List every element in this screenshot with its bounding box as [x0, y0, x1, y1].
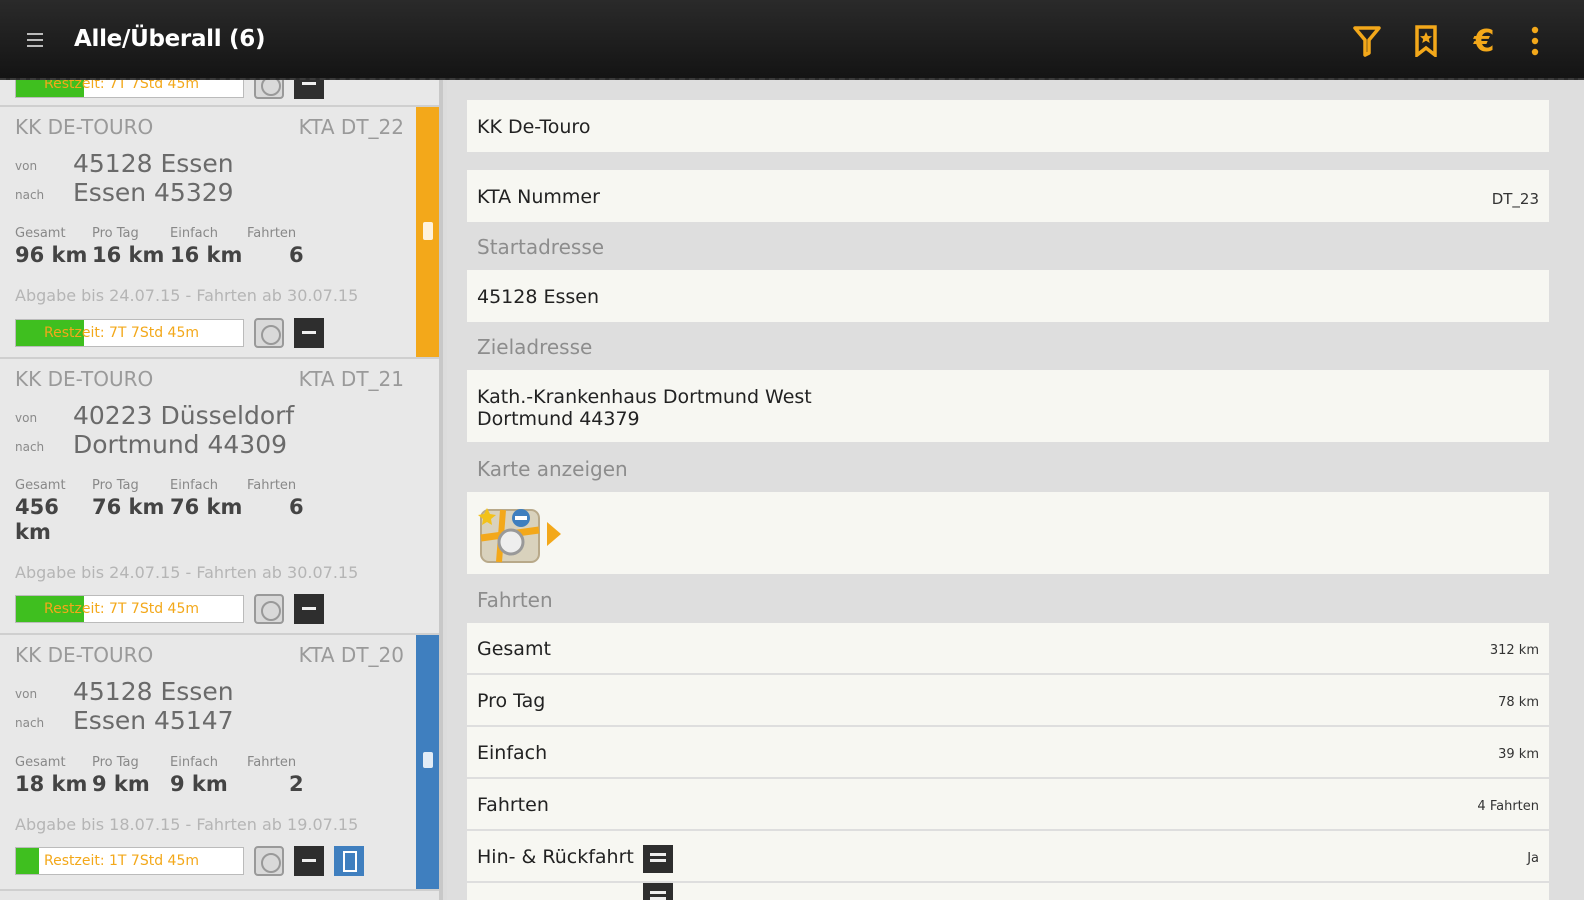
map-icon[interactable] [477, 502, 543, 566]
collapse-button[interactable] [294, 846, 324, 876]
stat-label-total: Gesamt [15, 755, 66, 770]
stat-single: 16 km [170, 243, 243, 267]
list-item[interactable]: KK DE-TOURO KTA DT_20 von 45128 Essen na… [0, 635, 439, 891]
from-address: 45128 Essen [73, 149, 234, 178]
kta-code: KTA DT_20 [298, 643, 404, 667]
list-item[interactable]: KK DE-TOURO KTA DT_22 von 45128 Essen na… [0, 107, 439, 359]
section-map: Karte anzeigen [477, 457, 628, 481]
from-address: 45128 Essen [73, 677, 234, 706]
from-address: 40223 Düsseldorf [73, 401, 295, 430]
trip-row-per-day: Pro Tag 78 km [467, 675, 1549, 725]
trip-row-partial [467, 883, 1549, 900]
destination-field: Kath.-Krankenhaus Dortmund West Dortmund… [467, 370, 1549, 442]
timer-button[interactable] [254, 594, 284, 624]
remaining-time-bar: Restzeit: 7T 7Std 45m [15, 595, 244, 623]
stat-single: 9 km [170, 772, 228, 796]
client-field: KK De-Touro [467, 100, 1549, 152]
collapse-button[interactable] [294, 318, 324, 348]
client-name: KK DE-TOURO [15, 115, 154, 139]
timer-button[interactable] [254, 80, 284, 99]
euro-icon[interactable]: € [1467, 22, 1501, 60]
stat-label-single: Einfach [170, 226, 218, 241]
stat-label-trips: Fahrten [247, 755, 297, 770]
stat-label-single: Einfach [170, 478, 218, 493]
app-title: Alle/Überall (6) [74, 26, 266, 52]
list-item[interactable]: Restzeit: 7T 7Std 45m [0, 80, 439, 107]
collapse-button[interactable] [294, 594, 324, 624]
from-label: von [15, 411, 38, 425]
stat-label-single: Einfach [170, 755, 218, 770]
stat-total: 456 km [15, 495, 59, 544]
to-label: nach [15, 440, 45, 454]
section-destination: Zieladresse [477, 335, 593, 359]
stat-label-per-day: Pro Tag [92, 755, 139, 770]
deadline-text: Abgabe bis 18.07.15 - Fahrten ab 19.07.1… [15, 815, 359, 834]
stat-trips: 6 [289, 243, 304, 267]
to-label: nach [15, 188, 45, 202]
to-label: nach [15, 716, 45, 730]
trip-row-round-trip: Hin- & Rückfahrt Ja [467, 831, 1549, 881]
kta-code: KTA DT_21 [298, 367, 404, 391]
to-address: Essen 45329 [73, 178, 234, 207]
to-address: Dortmund 44309 [73, 430, 288, 459]
app-bar: Alle/Überall (6) € [0, 0, 1584, 80]
remaining-time-bar: Restzeit: 7T 7Std 45m [15, 319, 244, 347]
menu-icon[interactable] [27, 33, 43, 49]
stat-label-per-day: Pro Tag [92, 478, 139, 493]
trip-row-trips: Fahrten 4 Fahrten [467, 779, 1549, 829]
kta-value: DT_23 [1491, 190, 1539, 208]
partial-toggle[interactable] [643, 883, 673, 900]
from-label: von [15, 687, 38, 701]
stat-single: 76 km [170, 495, 243, 519]
collapse-button[interactable] [294, 80, 324, 99]
kta-code: KTA DT_22 [298, 115, 404, 139]
stat-per-day: 9 km [92, 772, 150, 796]
stat-total: 96 km [15, 243, 88, 267]
section-trips: Fahrten [477, 588, 553, 612]
stat-label-per-day: Pro Tag [92, 226, 139, 241]
remaining-time-bar: Restzeit: 1T 7Std 45m [15, 847, 244, 875]
detail-pane: KK De-Touro KTA Nummer DT_23 Startadress… [447, 80, 1584, 900]
remaining-time-bar: Restzeit: 7T 7Std 45m [15, 80, 244, 98]
timer-button[interactable] [254, 318, 284, 348]
stat-trips: 6 [289, 495, 304, 519]
timer-button[interactable] [254, 846, 284, 876]
trip-row-total: Gesamt 312 km [467, 623, 1549, 673]
filter-icon[interactable] [1350, 22, 1384, 60]
stat-per-day: 76 km [92, 495, 165, 519]
list-item[interactable]: KK DE-TOURO KTA DT_21 von 40223 Düsseldo… [0, 359, 439, 635]
bookmark-button[interactable] [334, 846, 364, 876]
kta-label: KTA Nummer [477, 186, 600, 208]
round-trip-toggle[interactable] [643, 845, 673, 873]
kta-field: KTA Nummer DT_23 [467, 170, 1549, 222]
stat-label-total: Gesamt [15, 478, 66, 493]
client-name: KK DE-TOURO [15, 367, 154, 391]
stat-per-day: 16 km [92, 243, 165, 267]
deadline-text: Abgabe bis 24.07.15 - Fahrten ab 30.07.1… [15, 286, 359, 305]
from-label: von [15, 159, 38, 173]
status-stripe [416, 635, 439, 889]
play-arrow-icon[interactable] [547, 522, 561, 546]
map-field[interactable] [467, 492, 1549, 574]
stat-label-trips: Fahrten [247, 478, 297, 493]
deadline-text: Abgabe bis 24.07.15 - Fahrten ab 30.07.1… [15, 563, 359, 582]
trip-list[interactable]: Restzeit: 7T 7Std 45m KK DE-TOURO KTA DT… [0, 80, 443, 900]
trip-row-single: Einfach 39 km [467, 727, 1549, 777]
stat-label-total: Gesamt [15, 226, 66, 241]
stat-total: 18 km [15, 772, 88, 796]
start-address-field: 45128 Essen [467, 270, 1549, 322]
stat-label-trips: Fahrten [247, 226, 297, 241]
bookmark-icon[interactable] [1409, 22, 1443, 60]
client-name: KK DE-TOURO [15, 643, 154, 667]
to-address: Essen 45147 [73, 706, 234, 735]
stat-trips: 2 [289, 772, 304, 796]
section-start: Startadresse [477, 235, 605, 259]
overflow-icon[interactable] [1518, 22, 1552, 60]
status-stripe [416, 107, 439, 357]
